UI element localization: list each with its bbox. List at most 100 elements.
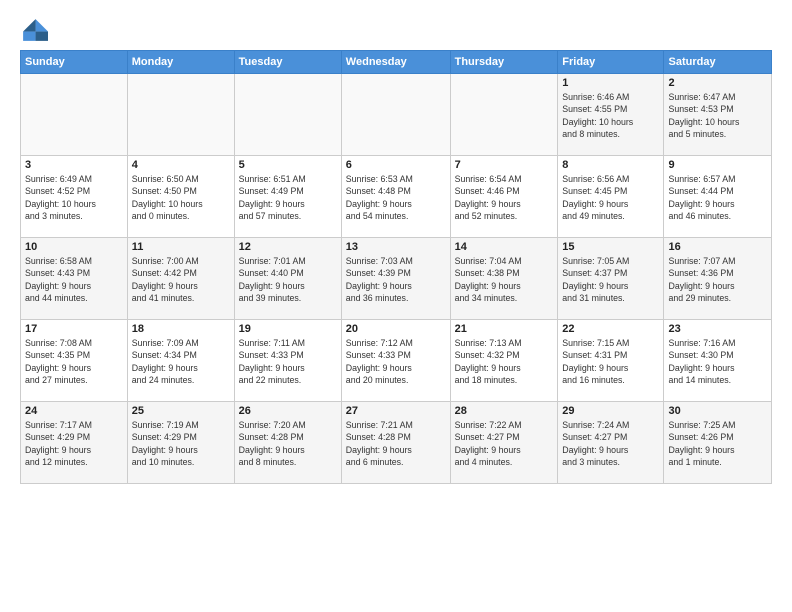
day-detail: Sunrise: 6:53 AM Sunset: 4:48 PM Dayligh… (346, 173, 446, 222)
day-detail: Sunrise: 7:07 AM Sunset: 4:36 PM Dayligh… (668, 255, 767, 304)
calendar-cell: 9 Sunrise: 6:57 AM Sunset: 4:44 PM Daylig… (664, 156, 772, 238)
week-row-3: 17 Sunrise: 7:08 AM Sunset: 4:35 PM Dayli… (21, 320, 772, 402)
calendar-cell: 5 Sunrise: 6:51 AM Sunset: 4:49 PM Daylig… (234, 156, 341, 238)
day-header-monday: Monday (127, 51, 234, 74)
day-number: 13 (346, 241, 446, 253)
day-detail: Sunrise: 7:08 AM Sunset: 4:35 PM Dayligh… (25, 337, 123, 386)
day-detail: Sunrise: 6:54 AM Sunset: 4:46 PM Dayligh… (455, 173, 554, 222)
day-number: 11 (132, 241, 230, 253)
day-detail: Sunrise: 7:17 AM Sunset: 4:29 PM Dayligh… (25, 419, 123, 468)
day-number: 1 (562, 77, 659, 89)
calendar-cell: 26 Sunrise: 7:20 AM Sunset: 4:28 PM Dayli… (234, 402, 341, 484)
day-number: 22 (562, 323, 659, 335)
day-number: 24 (25, 405, 123, 417)
day-number: 29 (562, 405, 659, 417)
day-detail: Sunrise: 7:13 AM Sunset: 4:32 PM Dayligh… (455, 337, 554, 386)
day-number: 17 (25, 323, 123, 335)
day-detail: Sunrise: 7:22 AM Sunset: 4:27 PM Dayligh… (455, 419, 554, 468)
day-number: 12 (239, 241, 337, 253)
day-number: 8 (562, 159, 659, 171)
calendar-cell: 19Sunrise: 7:11 AM Sunset: 4:33 PM Dayli… (234, 320, 341, 402)
calendar-cell (127, 74, 234, 156)
day-detail: Sunrise: 6:50 AM Sunset: 4:50 PM Dayligh… (132, 173, 230, 222)
day-detail: Sunrise: 7:04 AM Sunset: 4:38 PM Dayligh… (455, 255, 554, 304)
day-number: 9 (668, 159, 767, 171)
day-header-wednesday: Wednesday (341, 51, 450, 74)
calendar-cell: 10 Sunrise: 6:58 AM Sunset: 4:43 PM Dayli… (21, 238, 128, 320)
calendar-cell: 18Sunrise: 7:09 AM Sunset: 4:34 PM Dayli… (127, 320, 234, 402)
calendar-header: SundayMondayTuesdayWednesdayThursdayFrid… (21, 51, 772, 74)
day-detail: Sunrise: 6:46 AM Sunset: 4:55 PM Dayligh… (562, 91, 659, 140)
calendar-cell: 11 Sunrise: 7:00 AM Sunset: 4:42 PM Dayli… (127, 238, 234, 320)
day-detail: Sunrise: 7:20 AM Sunset: 4:28 PM Dayligh… (239, 419, 337, 468)
day-number: 21 (455, 323, 554, 335)
calendar-cell: 17 Sunrise: 7:08 AM Sunset: 4:35 PM Dayli… (21, 320, 128, 402)
calendar-cell (341, 74, 450, 156)
day-detail: Sunrise: 6:56 AM Sunset: 4:45 PM Dayligh… (562, 173, 659, 222)
header-row: SundayMondayTuesdayWednesdayThursdayFrid… (21, 51, 772, 74)
week-row-4: 24 Sunrise: 7:17 AM Sunset: 4:29 PM Dayli… (21, 402, 772, 484)
calendar-cell (234, 74, 341, 156)
day-header-saturday: Saturday (664, 51, 772, 74)
calendar-body: 1 Sunrise: 6:46 AM Sunset: 4:55 PM Daylig… (21, 74, 772, 484)
day-number: 23 (668, 323, 767, 335)
calendar-cell (450, 74, 558, 156)
calendar-cell: 16 Sunrise: 7:07 AM Sunset: 4:36 PM Dayli… (664, 238, 772, 320)
day-number: 3 (25, 159, 123, 171)
day-detail: Sunrise: 7:16 AM Sunset: 4:30 PM Dayligh… (668, 337, 767, 386)
day-number: 4 (132, 159, 230, 171)
logo-icon (20, 16, 48, 44)
calendar-cell: 21 Sunrise: 7:13 AM Sunset: 4:32 PM Dayli… (450, 320, 558, 402)
calendar-cell: 24 Sunrise: 7:17 AM Sunset: 4:29 PM Dayli… (21, 402, 128, 484)
day-detail: Sunrise: 7:24 AM Sunset: 4:27 PM Dayligh… (562, 419, 659, 468)
day-detail: Sunrise: 6:51 AM Sunset: 4:49 PM Dayligh… (239, 173, 337, 222)
calendar-cell: 15 Sunrise: 7:05 AM Sunset: 4:37 PM Dayli… (558, 238, 664, 320)
day-number: 25 (132, 405, 230, 417)
calendar-cell: 25 Sunrise: 7:19 AM Sunset: 4:29 PM Dayli… (127, 402, 234, 484)
day-header-thursday: Thursday (450, 51, 558, 74)
week-row-1: 3 Sunrise: 6:49 AM Sunset: 4:52 PM Daylig… (21, 156, 772, 238)
day-detail: Sunrise: 7:25 AM Sunset: 4:26 PM Dayligh… (668, 419, 767, 468)
day-number: 14 (455, 241, 554, 253)
calendar-table: SundayMondayTuesdayWednesdayThursdayFrid… (20, 50, 772, 484)
calendar-cell: 2 Sunrise: 6:47 AM Sunset: 4:53 PM Daylig… (664, 74, 772, 156)
calendar-cell: 4 Sunrise: 6:50 AM Sunset: 4:50 PM Daylig… (127, 156, 234, 238)
day-header-friday: Friday (558, 51, 664, 74)
day-number: 18 (132, 323, 230, 335)
day-number: 20 (346, 323, 446, 335)
day-detail: Sunrise: 7:15 AM Sunset: 4:31 PM Dayligh… (562, 337, 659, 386)
day-number: 15 (562, 241, 659, 253)
calendar-cell: 14 Sunrise: 7:04 AM Sunset: 4:38 PM Dayli… (450, 238, 558, 320)
calendar-cell (21, 74, 128, 156)
day-number: 5 (239, 159, 337, 171)
day-detail: Sunrise: 7:01 AM Sunset: 4:40 PM Dayligh… (239, 255, 337, 304)
day-detail: Sunrise: 7:05 AM Sunset: 4:37 PM Dayligh… (562, 255, 659, 304)
day-detail: Sunrise: 7:21 AM Sunset: 4:28 PM Dayligh… (346, 419, 446, 468)
day-detail: Sunrise: 6:57 AM Sunset: 4:44 PM Dayligh… (668, 173, 767, 222)
calendar-cell: 3 Sunrise: 6:49 AM Sunset: 4:52 PM Daylig… (21, 156, 128, 238)
day-detail: Sunrise: 6:58 AM Sunset: 4:43 PM Dayligh… (25, 255, 123, 304)
calendar-cell: 23 Sunrise: 7:16 AM Sunset: 4:30 PM Dayli… (664, 320, 772, 402)
day-number: 26 (239, 405, 337, 417)
calendar-cell: 20 Sunrise: 7:12 AM Sunset: 4:33 PM Dayli… (341, 320, 450, 402)
logo (20, 16, 52, 44)
day-header-sunday: Sunday (21, 51, 128, 74)
day-detail: Sunrise: 7:19 AM Sunset: 4:29 PM Dayligh… (132, 419, 230, 468)
calendar-cell: 8 Sunrise: 6:56 AM Sunset: 4:45 PM Daylig… (558, 156, 664, 238)
day-header-tuesday: Tuesday (234, 51, 341, 74)
day-detail: Sunrise: 6:49 AM Sunset: 4:52 PM Dayligh… (25, 173, 123, 222)
calendar-cell: 12 Sunrise: 7:01 AM Sunset: 4:40 PM Dayli… (234, 238, 341, 320)
page: SundayMondayTuesdayWednesdayThursdayFrid… (0, 0, 792, 612)
day-number: 10 (25, 241, 123, 253)
week-row-2: 10 Sunrise: 6:58 AM Sunset: 4:43 PM Dayli… (21, 238, 772, 320)
day-number: 16 (668, 241, 767, 253)
day-number: 27 (346, 405, 446, 417)
day-detail: Sunrise: 7:00 AM Sunset: 4:42 PM Dayligh… (132, 255, 230, 304)
calendar-cell: 22 Sunrise: 7:15 AM Sunset: 4:31 PM Dayli… (558, 320, 664, 402)
calendar-cell: 7 Sunrise: 6:54 AM Sunset: 4:46 PM Daylig… (450, 156, 558, 238)
day-detail: Sunrise: 6:47 AM Sunset: 4:53 PM Dayligh… (668, 91, 767, 140)
day-number: 6 (346, 159, 446, 171)
day-detail: Sunrise: 7:12 AM Sunset: 4:33 PM Dayligh… (346, 337, 446, 386)
day-number: 7 (455, 159, 554, 171)
day-number: 2 (668, 77, 767, 89)
